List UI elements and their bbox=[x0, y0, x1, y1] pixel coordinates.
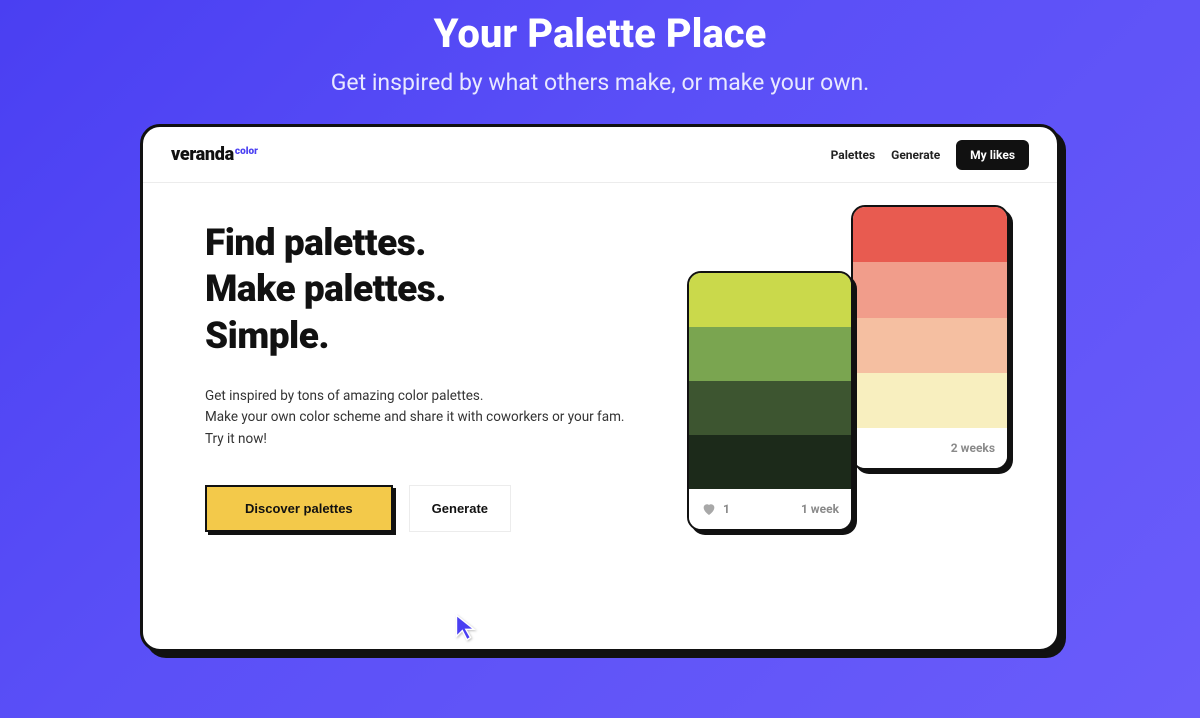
hero-line-1: Find palettes. bbox=[205, 221, 675, 267]
desc-line-1: Get inspired by tons of amazing color pa… bbox=[205, 386, 675, 408]
content: Find palettes. Make palettes. Simple. Ge… bbox=[143, 183, 1057, 649]
palette-card-front[interactable]: 1 1 week bbox=[687, 271, 853, 531]
page-title: Your Palette Place bbox=[0, 10, 1200, 57]
card-time: 2 weeks bbox=[951, 441, 995, 455]
brand-logo[interactable]: verandacolor bbox=[171, 144, 258, 165]
nav-generate[interactable]: Generate bbox=[891, 148, 940, 162]
desc-line-3: Try it now! bbox=[205, 429, 675, 451]
app-window: verandacolor Palettes Generate My likes … bbox=[140, 124, 1060, 652]
palette-card-back[interactable]: 2 weeks bbox=[851, 205, 1009, 470]
card-time: 1 week bbox=[801, 502, 839, 516]
swatch bbox=[689, 435, 851, 489]
swatch bbox=[853, 318, 1007, 373]
main-nav: Palettes Generate My likes bbox=[831, 140, 1029, 170]
generate-button[interactable]: Generate bbox=[409, 485, 511, 532]
swatch bbox=[689, 273, 851, 327]
brand-sup: color bbox=[235, 146, 258, 157]
card-footer: 1 1 week bbox=[689, 489, 851, 529]
swatch bbox=[853, 373, 1007, 428]
page-subtitle: Get inspired by what others make, or mak… bbox=[0, 69, 1200, 96]
hero-line-3: Simple. bbox=[205, 314, 675, 360]
nav-palettes[interactable]: Palettes bbox=[831, 148, 876, 162]
discover-palettes-button[interactable]: Discover palettes bbox=[205, 485, 393, 532]
hero-line-2: Make palettes. bbox=[205, 267, 675, 313]
swatch bbox=[689, 381, 851, 435]
card-likes: 1 bbox=[723, 502, 730, 516]
hero-description: Get inspired by tons of amazing color pa… bbox=[205, 386, 675, 451]
heart-icon[interactable] bbox=[701, 501, 723, 517]
card-footer: 2 weeks bbox=[853, 428, 1007, 468]
hero-section: Find palettes. Make palettes. Simple. Ge… bbox=[205, 221, 675, 649]
topbar: verandacolor Palettes Generate My likes bbox=[143, 127, 1057, 183]
swatch bbox=[853, 207, 1007, 262]
nav-my-likes[interactable]: My likes bbox=[956, 140, 1029, 170]
swatch bbox=[689, 327, 851, 381]
swatch bbox=[853, 262, 1007, 317]
brand-main: veranda bbox=[171, 144, 234, 165]
desc-line-2: Make your own color scheme and share it … bbox=[205, 407, 675, 429]
palette-cards: 2 weeks 1 1 week bbox=[669, 205, 1009, 575]
cta-row: Discover palettes Generate bbox=[205, 485, 675, 532]
